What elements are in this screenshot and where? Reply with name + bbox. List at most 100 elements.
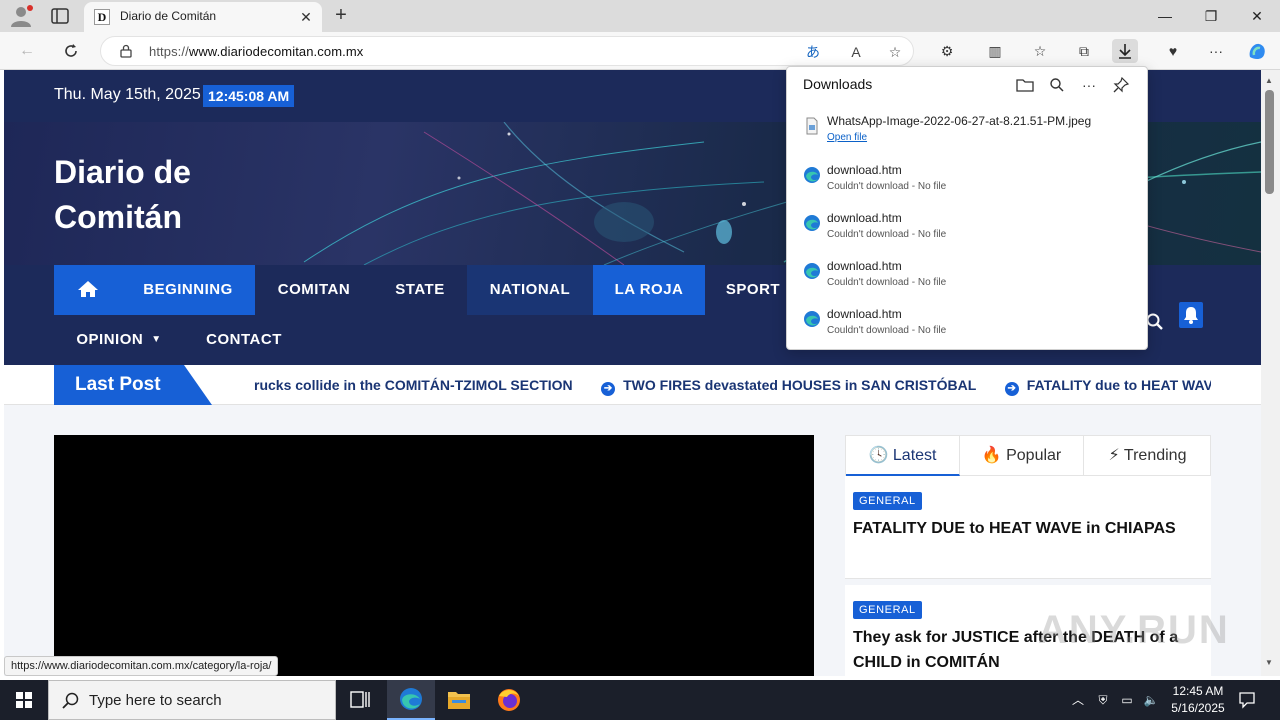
download-item[interactable]: download.htm Couldn't download - No file xyxy=(787,204,1147,252)
close-tab-icon[interactable]: ✕ xyxy=(298,9,314,25)
menu-item-opinion[interactable]: OPINION ▼ xyxy=(54,315,184,365)
favorites-icon[interactable]: ☆ xyxy=(1027,39,1053,63)
translate-icon[interactable]: あ xyxy=(803,42,823,62)
widget-tabs: 🕓 Latest 🔥 Popular ⚡ Trending xyxy=(845,435,1211,476)
site-title[interactable]: Diario de Comitán xyxy=(54,150,314,240)
favorite-star-icon[interactable]: ☆ xyxy=(885,42,905,62)
current-date: Thu. May 15th, 2025 xyxy=(54,86,201,103)
edge-icon xyxy=(803,166,821,184)
latest-posts-ticker: Last Post rucks collide in the COMITÁN-T… xyxy=(4,365,1261,405)
anyrun-watermark: ANY.RUN xyxy=(1038,608,1230,652)
ticker-label: Last Post xyxy=(54,365,212,405)
new-tab-button[interactable]: + xyxy=(330,4,352,26)
edge-icon xyxy=(803,310,821,328)
taskbar-file-explorer[interactable] xyxy=(435,680,483,720)
post-title[interactable]: FATALITY DUE to HEAT WAVE in CHIAPAS xyxy=(853,516,1193,541)
download-item[interactable]: download.htm Couldn't download - No file xyxy=(787,252,1147,300)
download-item[interactable]: download.htm Couldn't download - No file xyxy=(787,156,1147,204)
network-icon[interactable]: ▭ xyxy=(1117,680,1137,720)
category-badge[interactable]: GENERAL xyxy=(853,601,922,619)
ticker-item[interactable]: rucks collide in the COMITÁN-TZIMOL SECT… xyxy=(254,365,573,405)
open-file-link[interactable]: Open file xyxy=(827,132,867,143)
taskbar-search-placeholder: Type here to search xyxy=(89,692,222,709)
edge-icon xyxy=(803,262,821,280)
tab-popular[interactable]: 🔥 Popular xyxy=(960,436,1084,476)
downloads-title: Downloads xyxy=(803,76,873,92)
tab-actions-icon[interactable] xyxy=(48,6,72,26)
link-status-bar: https://www.diariodecomitan.com.mx/categ… xyxy=(4,656,279,676)
page-scrollbar[interactable]: ▲ ▼ xyxy=(1261,70,1280,676)
performance-icon[interactable]: ♥ xyxy=(1160,39,1186,63)
download-item[interactable]: download.htm Couldn't download - No file xyxy=(787,300,1147,348)
tab-latest[interactable]: 🕓 Latest xyxy=(846,436,960,476)
lock-icon[interactable] xyxy=(119,44,133,58)
start-button[interactable] xyxy=(0,680,48,720)
menu-item-national[interactable]: NATIONAL xyxy=(467,265,593,315)
volume-icon[interactable]: 🔈 xyxy=(1141,680,1161,720)
taskbar-clock[interactable]: 12:45 AM 5/16/2025 xyxy=(1163,683,1233,717)
windows-logo-icon xyxy=(16,692,32,708)
downloads-icon[interactable] xyxy=(1112,39,1138,63)
extensions-icon[interactable]: ⚙ xyxy=(934,39,960,63)
tab-popular-label: Popular xyxy=(1006,447,1062,464)
taskbar-date: 5/16/2025 xyxy=(1171,701,1225,715)
more-options-icon[interactable]: ··· xyxy=(1079,75,1099,95)
tab-latest-label: Latest xyxy=(892,447,937,464)
browser-tab-bar: D Diario de Comitán ✕ + — ❐ ✕ xyxy=(0,0,1280,32)
url-text[interactable]: https://www.diariodecomitan.com.mx xyxy=(149,44,363,59)
collections-icon[interactable]: ⧉ xyxy=(1071,39,1097,63)
settings-more-icon[interactable]: ··· xyxy=(1203,39,1229,63)
menu-item-state[interactable]: STATE xyxy=(373,265,467,315)
site-title-line-1: Diario de xyxy=(54,154,191,190)
home-icon xyxy=(77,281,98,297)
scroll-down-icon[interactable]: ▼ xyxy=(1265,658,1273,667)
profile-icon[interactable] xyxy=(8,4,34,28)
clock-icon: 🕓 xyxy=(868,447,889,464)
security-tray-icon[interactable]: ⛨ xyxy=(1093,680,1113,720)
taskbar-firefox[interactable] xyxy=(485,680,533,720)
task-view-button[interactable] xyxy=(336,680,384,720)
show-hidden-icons[interactable]: ︿ xyxy=(1068,680,1088,720)
back-button[interactable]: ← xyxy=(14,39,40,63)
downloads-panel: Downloads ··· WhatsApp-Image-2022-06-27-… xyxy=(786,66,1148,350)
split-screen-icon[interactable]: ▥ xyxy=(982,39,1008,63)
taskbar-search-box[interactable]: Type here to search xyxy=(48,680,336,720)
tab-trending[interactable]: ⚡ Trending xyxy=(1084,436,1211,476)
browser-tab[interactable]: D Diario de Comitán ✕ xyxy=(84,2,322,32)
pin-icon[interactable] xyxy=(1111,75,1131,95)
menu-item-la-roja[interactable]: LA ROJA xyxy=(593,265,705,315)
address-bar[interactable]: https://www.diariodecomitan.com.mx あ A ☆ xyxy=(100,36,914,66)
notification-bell-icon[interactable] xyxy=(1179,302,1203,328)
site-favicon-icon: D xyxy=(94,9,110,25)
restore-button[interactable]: ❐ xyxy=(1188,0,1234,32)
video-player[interactable] xyxy=(54,435,814,676)
notifications-icon[interactable] xyxy=(1236,680,1258,720)
close-window-button[interactable]: ✕ xyxy=(1234,0,1280,32)
tab-trending-label: Trending xyxy=(1123,447,1187,464)
download-status: Couldn't download - No file xyxy=(827,325,947,336)
minimize-button[interactable]: — xyxy=(1142,0,1188,32)
menu-item-contact[interactable]: CONTACT xyxy=(184,315,304,365)
arrow-circle-icon: ➔ xyxy=(1004,382,1019,396)
home-menu-button[interactable] xyxy=(54,265,121,315)
download-file-name: download.htm xyxy=(827,307,902,321)
category-badge[interactable]: GENERAL xyxy=(853,492,922,510)
download-item[interactable]: WhatsApp-Image-2022-06-27-at-8.21.51-PM.… xyxy=(787,107,1147,155)
search-icon[interactable] xyxy=(1145,312,1165,332)
scroll-up-icon[interactable]: ▲ xyxy=(1265,76,1273,85)
scrollbar-thumb[interactable] xyxy=(1265,90,1274,194)
taskbar-edge-app[interactable] xyxy=(387,680,435,720)
ticker-item[interactable]: ➔ FATALITY due to HEAT WAVE in CHIAPAS xyxy=(1004,365,1211,405)
post-card[interactable]: GENERAL FATALITY DUE to HEAT WAVE in CHI… xyxy=(845,476,1211,579)
search-downloads-icon[interactable] xyxy=(1047,75,1067,95)
open-folder-icon[interactable] xyxy=(1015,75,1035,95)
read-aloud-icon[interactable]: A xyxy=(846,42,866,62)
ticker-item[interactable]: ➔ TWO FIRES devastated HOUSES in SAN CRIS… xyxy=(601,365,976,405)
file-icon xyxy=(803,117,821,135)
download-status: Couldn't download - No file xyxy=(827,181,947,192)
refresh-button[interactable] xyxy=(58,39,84,63)
arrow-circle-icon: ➔ xyxy=(601,382,616,396)
copilot-icon[interactable] xyxy=(1244,39,1270,63)
menu-item-beginning[interactable]: BEGINNING xyxy=(121,265,255,315)
menu-item-comitan[interactable]: COMITAN xyxy=(255,265,373,315)
